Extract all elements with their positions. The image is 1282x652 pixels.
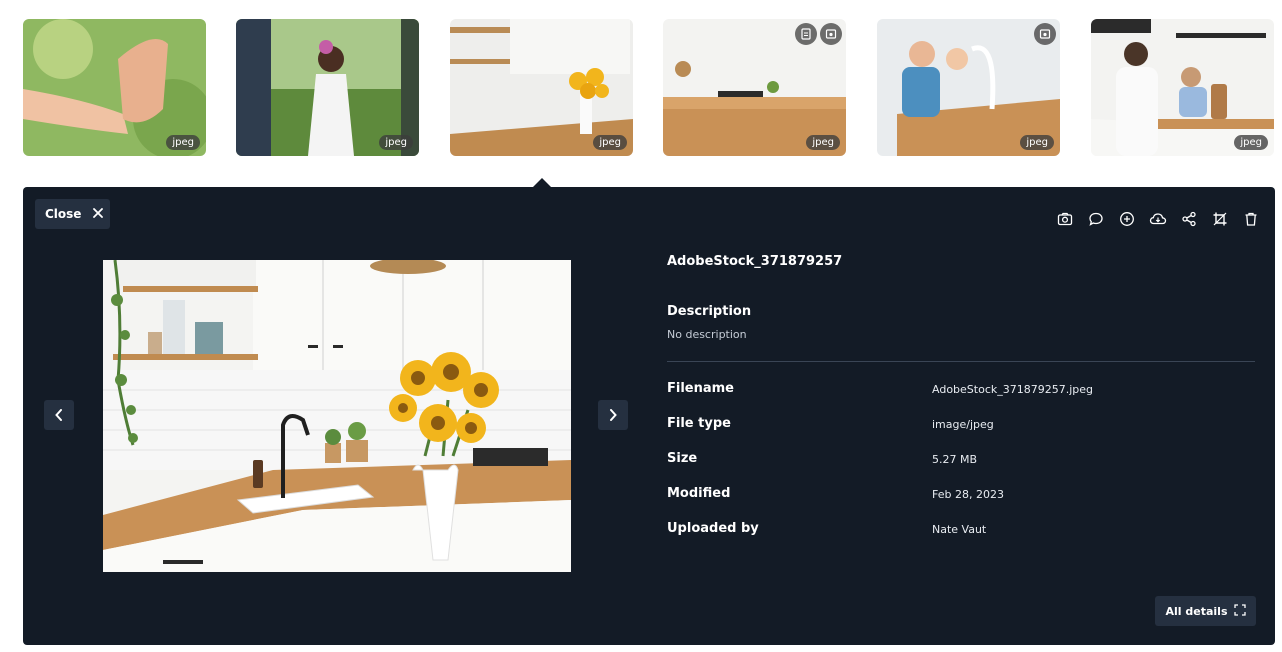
chevron-left-icon bbox=[55, 409, 62, 421]
file-type-badge: jpeg bbox=[379, 135, 413, 150]
thumbnail-overlay-icons bbox=[1034, 23, 1056, 45]
detail-value-filename: AdobeStock_371879257.jpeg bbox=[932, 383, 1094, 396]
divider bbox=[667, 361, 1255, 362]
image-title: AdobeStock_371879257 bbox=[667, 254, 843, 269]
preview-image bbox=[103, 260, 571, 572]
thumbnail-family-cooking[interactable]: jpeg bbox=[1091, 19, 1274, 156]
detail-value-file-type: image/jpeg bbox=[932, 418, 994, 431]
view-icon[interactable] bbox=[820, 23, 842, 45]
image-detail-panel: Close AdobeStock_371879257 Description N… bbox=[23, 187, 1275, 645]
thumbnail-strip: jpeg jpeg jpeg jpeg jpeg jpeg bbox=[23, 19, 1274, 156]
thumbnail-kitchen-counter[interactable]: jpeg bbox=[663, 19, 846, 156]
thumbnail-kitchen-sunflowers[interactable]: jpeg bbox=[450, 19, 633, 156]
detail-value-size: 5.27 MB bbox=[932, 453, 978, 466]
detail-value-modified: Feb 28, 2023 bbox=[932, 488, 1004, 501]
action-toolbar bbox=[1055, 209, 1261, 229]
expand-icon bbox=[1233, 603, 1246, 619]
detail-label-modified: Modified bbox=[667, 486, 731, 501]
file-type-badge: jpeg bbox=[593, 135, 627, 150]
close-label: Close bbox=[45, 207, 82, 221]
description-heading: Description bbox=[667, 304, 752, 319]
crop-icon[interactable] bbox=[1210, 209, 1230, 229]
description-value: No description bbox=[667, 328, 747, 341]
file-type-badge: jpeg bbox=[1020, 135, 1054, 150]
comment-icon[interactable] bbox=[1086, 209, 1106, 229]
detail-label-uploaded-by: Uploaded by bbox=[667, 521, 759, 536]
detail-label-filename: Filename bbox=[667, 381, 734, 396]
document-icon[interactable] bbox=[795, 23, 817, 45]
camera-icon[interactable] bbox=[1055, 209, 1075, 229]
close-button[interactable]: Close bbox=[35, 199, 110, 229]
thumbnail-kids-washing[interactable]: jpeg bbox=[877, 19, 1060, 156]
detail-label-file-type: File type bbox=[667, 416, 731, 431]
chevron-right-icon bbox=[610, 409, 617, 421]
view-icon[interactable] bbox=[1034, 23, 1056, 45]
cloud-download-icon[interactable] bbox=[1148, 209, 1168, 229]
add-circle-icon[interactable] bbox=[1117, 209, 1137, 229]
all-details-label: All details bbox=[1165, 604, 1228, 618]
previous-image-button[interactable] bbox=[44, 400, 74, 430]
thumbnail-overlay-icons bbox=[795, 23, 842, 45]
file-type-badge: jpeg bbox=[806, 135, 840, 150]
next-image-button[interactable] bbox=[598, 400, 628, 430]
all-details-button[interactable]: All details bbox=[1155, 596, 1256, 626]
selection-pointer bbox=[533, 178, 551, 187]
share-icon[interactable] bbox=[1179, 209, 1199, 229]
file-type-badge: jpeg bbox=[1234, 135, 1268, 150]
image-preview bbox=[103, 260, 571, 572]
trash-icon[interactable] bbox=[1241, 209, 1261, 229]
detail-value-uploaded-by: Nate Vaut bbox=[932, 523, 987, 536]
thumbnail-hands[interactable]: jpeg bbox=[23, 19, 206, 156]
close-icon bbox=[93, 207, 104, 221]
file-type-badge: jpeg bbox=[166, 135, 200, 150]
thumbnail-girl-park[interactable]: jpeg bbox=[236, 19, 419, 156]
detail-label-size: Size bbox=[667, 451, 698, 466]
